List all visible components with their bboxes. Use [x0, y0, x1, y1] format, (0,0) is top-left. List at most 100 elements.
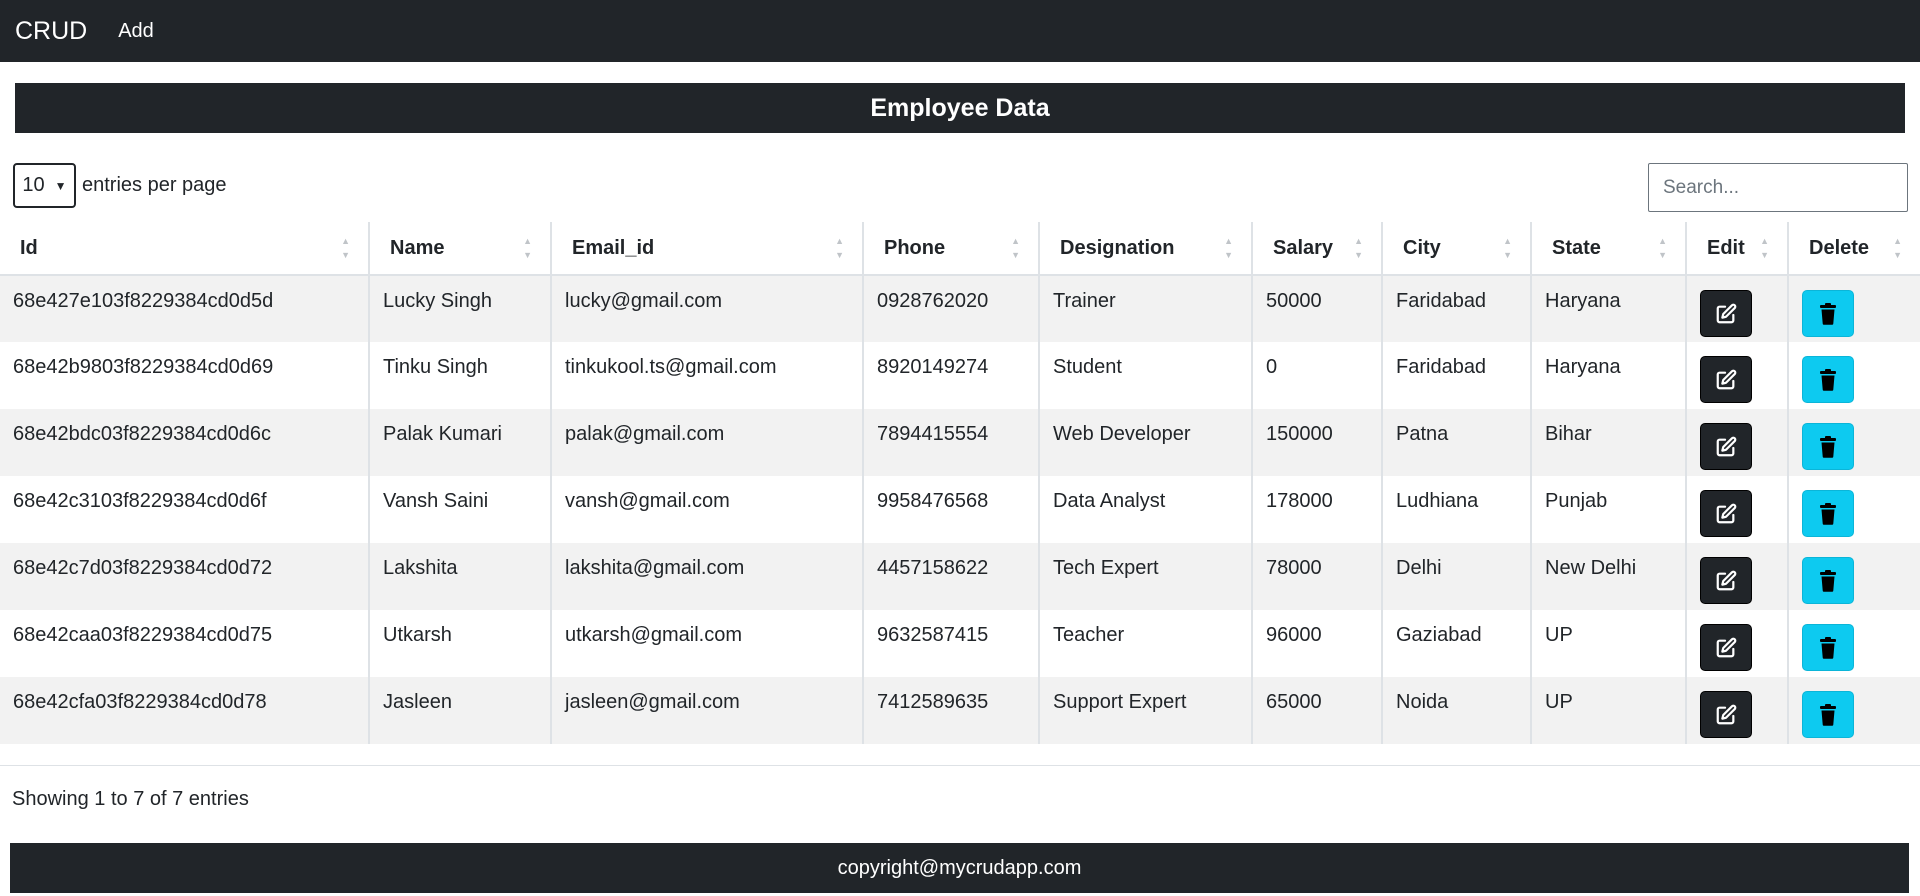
- trash-icon: [1818, 502, 1838, 525]
- cell-edit: [1686, 543, 1789, 610]
- cell-id: 68e42b9803f8229384cd0d69: [0, 342, 370, 409]
- cell-delete: [1788, 409, 1920, 476]
- edit-icon: [1715, 303, 1737, 325]
- sort-icon: ▲ ▼: [1503, 236, 1512, 260]
- cell-email: palak@gmail.com: [551, 409, 864, 476]
- sort-icon: ▲ ▼: [1224, 236, 1233, 260]
- column-header-email-id[interactable]: Email_id ▲ ▼: [551, 222, 864, 276]
- cell-delete: [1788, 476, 1920, 543]
- edit-button[interactable]: [1700, 423, 1752, 470]
- column-header-phone[interactable]: Phone ▲ ▼: [863, 222, 1040, 276]
- cell-city: Ludhiana: [1382, 476, 1532, 543]
- column-header-label: Name: [390, 236, 445, 259]
- edit-button[interactable]: [1700, 356, 1752, 403]
- trash-icon: [1818, 703, 1838, 726]
- edit-icon: [1715, 503, 1737, 525]
- edit-icon: [1715, 637, 1737, 659]
- edit-icon: [1715, 704, 1737, 726]
- cell-id: 68e42bdc03f8229384cd0d6c: [0, 409, 370, 476]
- cell-edit: [1686, 677, 1789, 744]
- cell-phone: 0928762020: [863, 275, 1040, 342]
- cell-id: 68e427e103f8229384cd0d5d: [0, 275, 370, 342]
- cell-delete: [1788, 610, 1920, 677]
- column-header-label: Salary: [1273, 236, 1334, 259]
- divider: [0, 765, 1920, 766]
- column-header-state[interactable]: State ▲ ▼: [1531, 222, 1687, 276]
- cell-phone: 7894415554: [863, 409, 1040, 476]
- column-header-label: Id: [20, 236, 38, 259]
- brand-link[interactable]: CRUD: [15, 17, 87, 46]
- search-input[interactable]: [1648, 163, 1908, 212]
- cell-city: Patna: [1382, 409, 1532, 476]
- column-header-delete[interactable]: Delete ▲ ▼: [1788, 222, 1920, 276]
- column-header-designation[interactable]: Designation ▲ ▼: [1039, 222, 1253, 276]
- delete-button[interactable]: [1802, 490, 1854, 537]
- column-header-edit[interactable]: Edit ▲ ▼: [1686, 222, 1789, 276]
- column-header-salary[interactable]: Salary ▲ ▼: [1252, 222, 1383, 276]
- table-header-row: Id ▲ ▼ Name ▲ ▼ Email_id ▲ ▼ Phone ▲ ▼ Designation ▲ ▼…: [0, 222, 1920, 276]
- cell-state: Haryana: [1531, 275, 1687, 342]
- delete-button[interactable]: [1802, 557, 1854, 604]
- navbar: CRUD Add: [0, 0, 1920, 62]
- edit-button[interactable]: [1700, 691, 1752, 738]
- cell-designation: Support Expert: [1039, 677, 1253, 744]
- cell-designation: Tech Expert: [1039, 543, 1253, 610]
- delete-button[interactable]: [1802, 691, 1854, 738]
- cell-city: Delhi: [1382, 543, 1532, 610]
- cell-city: Faridabad: [1382, 342, 1532, 409]
- add-link[interactable]: Add: [118, 20, 154, 43]
- column-header-name[interactable]: Name ▲ ▼: [369, 222, 552, 276]
- cell-id: 68e42c3103f8229384cd0d6f: [0, 476, 370, 543]
- cell-city: Gaziabad: [1382, 610, 1532, 677]
- edit-button[interactable]: [1700, 290, 1752, 337]
- column-header-label: Edit: [1707, 236, 1745, 259]
- cell-salary: 65000: [1252, 677, 1383, 744]
- cell-email: vansh@gmail.com: [551, 476, 864, 543]
- cell-email: lakshita@gmail.com: [551, 543, 864, 610]
- edit-button[interactable]: [1700, 490, 1752, 537]
- cell-designation: Trainer: [1039, 275, 1253, 342]
- column-header-label: Delete: [1809, 236, 1870, 259]
- cell-salary: 178000: [1252, 476, 1383, 543]
- cell-state: UP: [1531, 610, 1687, 677]
- table-row: 68e42c7d03f8229384cd0d72 Lakshita lakshita…: [0, 543, 1920, 610]
- cell-state: New Delhi: [1531, 543, 1687, 610]
- cell-edit: [1686, 275, 1789, 342]
- cell-delete: [1788, 677, 1920, 744]
- edit-button[interactable]: [1700, 624, 1752, 671]
- cell-salary: 0: [1252, 342, 1383, 409]
- cell-designation: Data Analyst: [1039, 476, 1253, 543]
- cell-edit: [1686, 342, 1789, 409]
- cell-email: lucky@gmail.com: [551, 275, 864, 342]
- table-row: 68e427e103f8229384cd0d5d Lucky Singh lucky…: [0, 275, 1920, 342]
- cell-designation: Web Developer: [1039, 409, 1253, 476]
- cell-salary: 50000: [1252, 275, 1383, 342]
- column-header-city[interactable]: City ▲ ▼: [1382, 222, 1532, 276]
- cell-email: utkarsh@gmail.com: [551, 610, 864, 677]
- cell-city: Faridabad: [1382, 275, 1532, 342]
- chevron-down-icon: ▼: [54, 178, 67, 193]
- cell-edit: [1686, 409, 1789, 476]
- page-title: Employee Data: [15, 83, 1905, 133]
- trash-icon: [1818, 368, 1838, 391]
- table-row: 68e42c3103f8229384cd0d6f Vansh Saini vansh…: [0, 476, 1920, 543]
- edit-icon: [1715, 369, 1737, 391]
- sort-icon: ▲ ▼: [1760, 236, 1769, 260]
- table-info: Showing 1 to 7 of 7 entries: [12, 788, 249, 810]
- entries-per-page: 10 ▼ entries per page: [13, 163, 227, 208]
- delete-button[interactable]: [1802, 624, 1854, 671]
- sort-icon: ▲ ▼: [523, 236, 532, 260]
- trash-icon: [1818, 435, 1838, 458]
- column-header-id[interactable]: Id ▲ ▼: [0, 222, 370, 276]
- edit-button[interactable]: [1700, 557, 1752, 604]
- cell-salary: 78000: [1252, 543, 1383, 610]
- delete-button[interactable]: [1802, 290, 1854, 337]
- per-page-select[interactable]: 10 ▼: [13, 163, 76, 208]
- sort-icon: ▲ ▼: [835, 236, 844, 260]
- sort-icon: ▲ ▼: [1893, 236, 1902, 260]
- delete-button[interactable]: [1802, 356, 1854, 403]
- cell-delete: [1788, 543, 1920, 610]
- delete-button[interactable]: [1802, 423, 1854, 470]
- table-row: 68e42bdc03f8229384cd0d6c Palak Kumari pala…: [0, 409, 1920, 476]
- cell-salary: 96000: [1252, 610, 1383, 677]
